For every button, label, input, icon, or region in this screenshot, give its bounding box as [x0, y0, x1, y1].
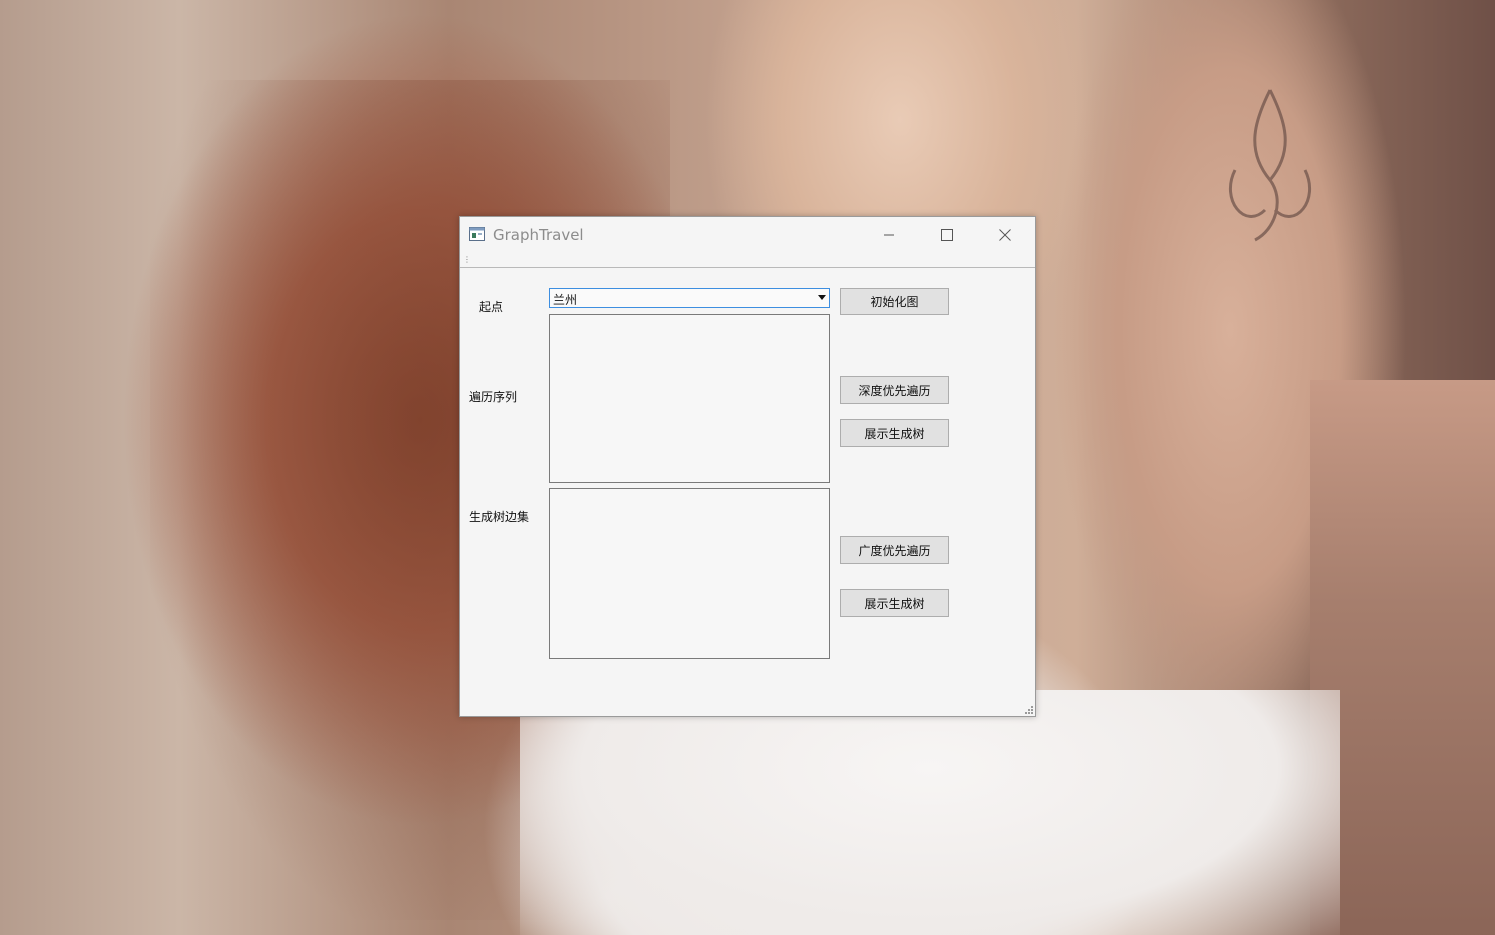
dfs-show-tree-button[interactable]: 展示生成树 [840, 419, 949, 447]
title-bar[interactable]: GraphTravel [460, 217, 1035, 253]
chevron-down-icon[interactable] [818, 295, 826, 300]
close-icon [999, 229, 1011, 241]
bfs-show-tree-button[interactable]: 展示生成树 [840, 589, 949, 617]
start-combobox-value: 兰州 [553, 293, 578, 307]
start-label: 起点 [479, 300, 504, 314]
app-window-icon [469, 227, 485, 241]
wallpaper-shirt-region [520, 690, 1340, 935]
close-button[interactable] [982, 217, 1028, 253]
graphtravel-window: GraphTravel ⋮ 起点 遍历序列 生成树边集 兰州 初始化图 深度优先… [459, 216, 1036, 717]
init-graph-button[interactable]: 初始化图 [840, 288, 949, 315]
start-combobox[interactable]: 兰州 [549, 288, 830, 308]
sequence-label: 遍历序列 [469, 390, 518, 404]
resize-grip-icon[interactable] [1023, 704, 1033, 714]
sequence-textbox[interactable] [549, 314, 830, 483]
minimize-icon [884, 234, 894, 236]
wallpaper-tattoo-icon [1229, 89, 1311, 242]
maximize-button[interactable] [924, 217, 970, 253]
minimize-button[interactable] [866, 217, 912, 253]
dfs-button[interactable]: 深度优先遍历 [840, 376, 949, 404]
edges-label: 生成树边集 [469, 510, 530, 524]
menu-grip-icon[interactable]: ⋮ [463, 256, 471, 264]
window-title: GraphTravel [493, 226, 584, 244]
edges-textbox[interactable] [549, 488, 830, 659]
menu-strip: ⋮ [460, 253, 1035, 268]
maximize-icon [941, 229, 953, 241]
bfs-button[interactable]: 广度优先遍历 [840, 536, 949, 564]
